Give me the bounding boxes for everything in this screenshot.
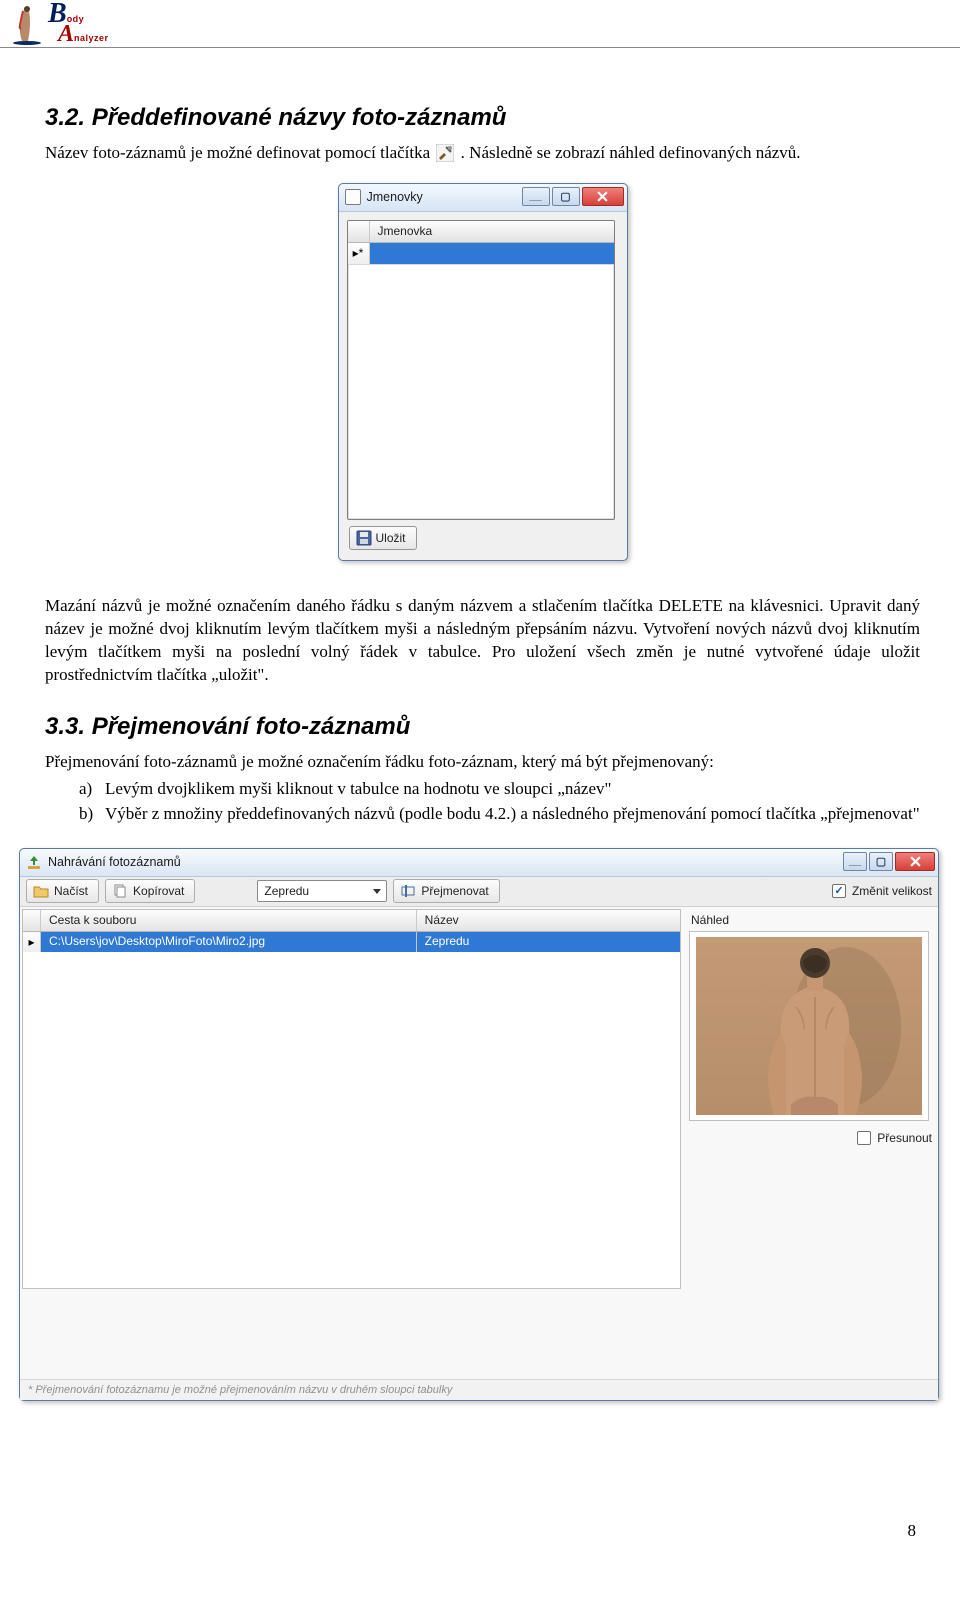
- move-checkbox[interactable]: Přesunout: [689, 1131, 932, 1145]
- preview-box: [689, 931, 929, 1121]
- status-hint: * Přejmenování fotozáznamu je možné přej…: [20, 1379, 938, 1400]
- figure-upload-window: Nahrávání fotozáznamů __ ▢ Načíst: [19, 848, 920, 1401]
- save-button-label: Uložit: [376, 531, 406, 545]
- rename-icon: [400, 883, 416, 899]
- logo-figure-icon: [10, 5, 44, 45]
- section-3-3-list: a)Levým dvojklikem myši kliknout v tabul…: [79, 778, 920, 826]
- window-title: Jmenovky: [367, 190, 423, 204]
- button-label: Přejmenovat: [421, 884, 488, 898]
- section-3-3-title: 3.3. Přejmenování foto-záznamů: [45, 713, 920, 741]
- section-3-3-intro: Přejmenování foto-záznamů je možné označ…: [45, 751, 920, 774]
- row-indicator-icon: ▸*: [348, 243, 370, 264]
- page-number: 8: [0, 1401, 960, 1561]
- checkbox-label: Změnit velikost: [852, 884, 932, 898]
- window-titlebar: Nahrávání fotozáznamů __ ▢: [20, 849, 938, 877]
- table-header: Cesta k souboru Název: [23, 910, 680, 932]
- logo-wordmark: Body Analyzer: [48, 1, 99, 48]
- close-button[interactable]: [582, 187, 624, 206]
- upload-window: Nahrávání fotozáznamů __ ▢ Načíst: [19, 848, 939, 1401]
- section-3-2-para1: Název foto-záznamů je možné definovat po…: [45, 142, 920, 165]
- window-body: Jmenovka ▸* Uložit: [339, 212, 627, 560]
- folder-open-icon: [33, 883, 49, 899]
- load-button[interactable]: Načíst: [26, 879, 99, 903]
- minimize-button[interactable]: __: [843, 852, 867, 871]
- section-3-2-title: 3.2. Předdefinované názvy foto-záznamů: [45, 104, 920, 132]
- document-body: 3.2. Předdefinované názvy foto-záznamů N…: [0, 48, 960, 1401]
- preview-image: [696, 937, 922, 1115]
- checkbox-icon: [857, 1131, 871, 1145]
- checkbox-label: Přesunout: [877, 1131, 932, 1145]
- text-fragment: . Následně se zobrazí náhled definovanýc…: [461, 143, 801, 162]
- window-main: Cesta k souboru Název ▸ C:\Users\jov\Des…: [20, 907, 938, 1289]
- column-header-name[interactable]: Název: [417, 910, 680, 931]
- photos-table[interactable]: Cesta k souboru Název ▸ C:\Users\jov\Des…: [22, 909, 681, 1289]
- list-item-a: a)Levým dvojklikem myši kliknout v tabul…: [79, 778, 920, 801]
- button-label: Načíst: [54, 884, 88, 898]
- window-controls: __ ▢: [843, 852, 935, 871]
- minimize-button[interactable]: __: [522, 187, 550, 206]
- window-controls: __ ▢: [522, 187, 624, 206]
- copy-icon: [112, 883, 128, 899]
- maximize-button[interactable]: ▢: [552, 187, 580, 206]
- page-header: Body Analyzer: [0, 0, 960, 48]
- table-row[interactable]: ▸ C:\Users\jov\Desktop\MiroFoto\Miro2.jp…: [23, 932, 680, 952]
- save-icon: [356, 530, 372, 546]
- logo: Body Analyzer: [10, 1, 99, 48]
- preview-pane: Náhled: [683, 907, 938, 1289]
- close-button[interactable]: [895, 852, 935, 871]
- toolbar: Načíst Kopírovat Zepredu Přejmenovat: [20, 877, 938, 907]
- grid-cell[interactable]: [370, 243, 614, 264]
- window-footer: Uložit: [347, 520, 619, 550]
- jmenovky-window: Jmenovky __ ▢ Jmenovka ▸*: [338, 183, 628, 561]
- checkbox-icon: [832, 884, 846, 898]
- grid-header: Jmenovka: [348, 221, 614, 243]
- resize-checkbox[interactable]: Změnit velikost: [832, 884, 932, 898]
- window-title: Nahrávání fotozáznamů: [48, 855, 181, 869]
- names-grid[interactable]: Jmenovka ▸*: [347, 220, 615, 520]
- preview-label: Náhled: [691, 913, 932, 927]
- cell-path[interactable]: C:\Users\jov\Desktop\MiroFoto\Miro2.jpg: [41, 932, 417, 952]
- app-icon: [345, 189, 361, 205]
- section-3-2-para2: Mazání názvů je možné označením daného ř…: [45, 595, 920, 687]
- copy-button[interactable]: Kopírovat: [105, 879, 195, 903]
- cell-name[interactable]: Zepredu: [417, 932, 680, 952]
- dropdown-value: Zepredu: [264, 884, 309, 898]
- window-titlebar: Jmenovky __ ▢: [339, 184, 627, 212]
- figure-jmenovky-window: Jmenovky __ ▢ Jmenovka ▸*: [45, 183, 920, 561]
- name-dropdown[interactable]: Zepredu: [257, 880, 387, 902]
- rename-button[interactable]: Přejmenovat: [393, 879, 499, 903]
- save-button[interactable]: Uložit: [349, 526, 417, 550]
- row-indicator-icon: ▸: [23, 932, 41, 952]
- text-fragment: Název foto-záznamů je možné definovat po…: [45, 143, 434, 162]
- column-header-jmenovka[interactable]: Jmenovka: [370, 221, 614, 242]
- list-item-b: b)Výběr z množiny předdefinovaných názvů…: [79, 803, 920, 826]
- maximize-button[interactable]: ▢: [869, 852, 893, 871]
- logo-a: A: [58, 24, 74, 46]
- upload-icon: [26, 854, 42, 870]
- column-header-path[interactable]: Cesta k souboru: [41, 910, 417, 931]
- tools-icon: [436, 144, 454, 162]
- grid-row[interactable]: ▸*: [348, 243, 614, 265]
- button-label: Kopírovat: [133, 884, 184, 898]
